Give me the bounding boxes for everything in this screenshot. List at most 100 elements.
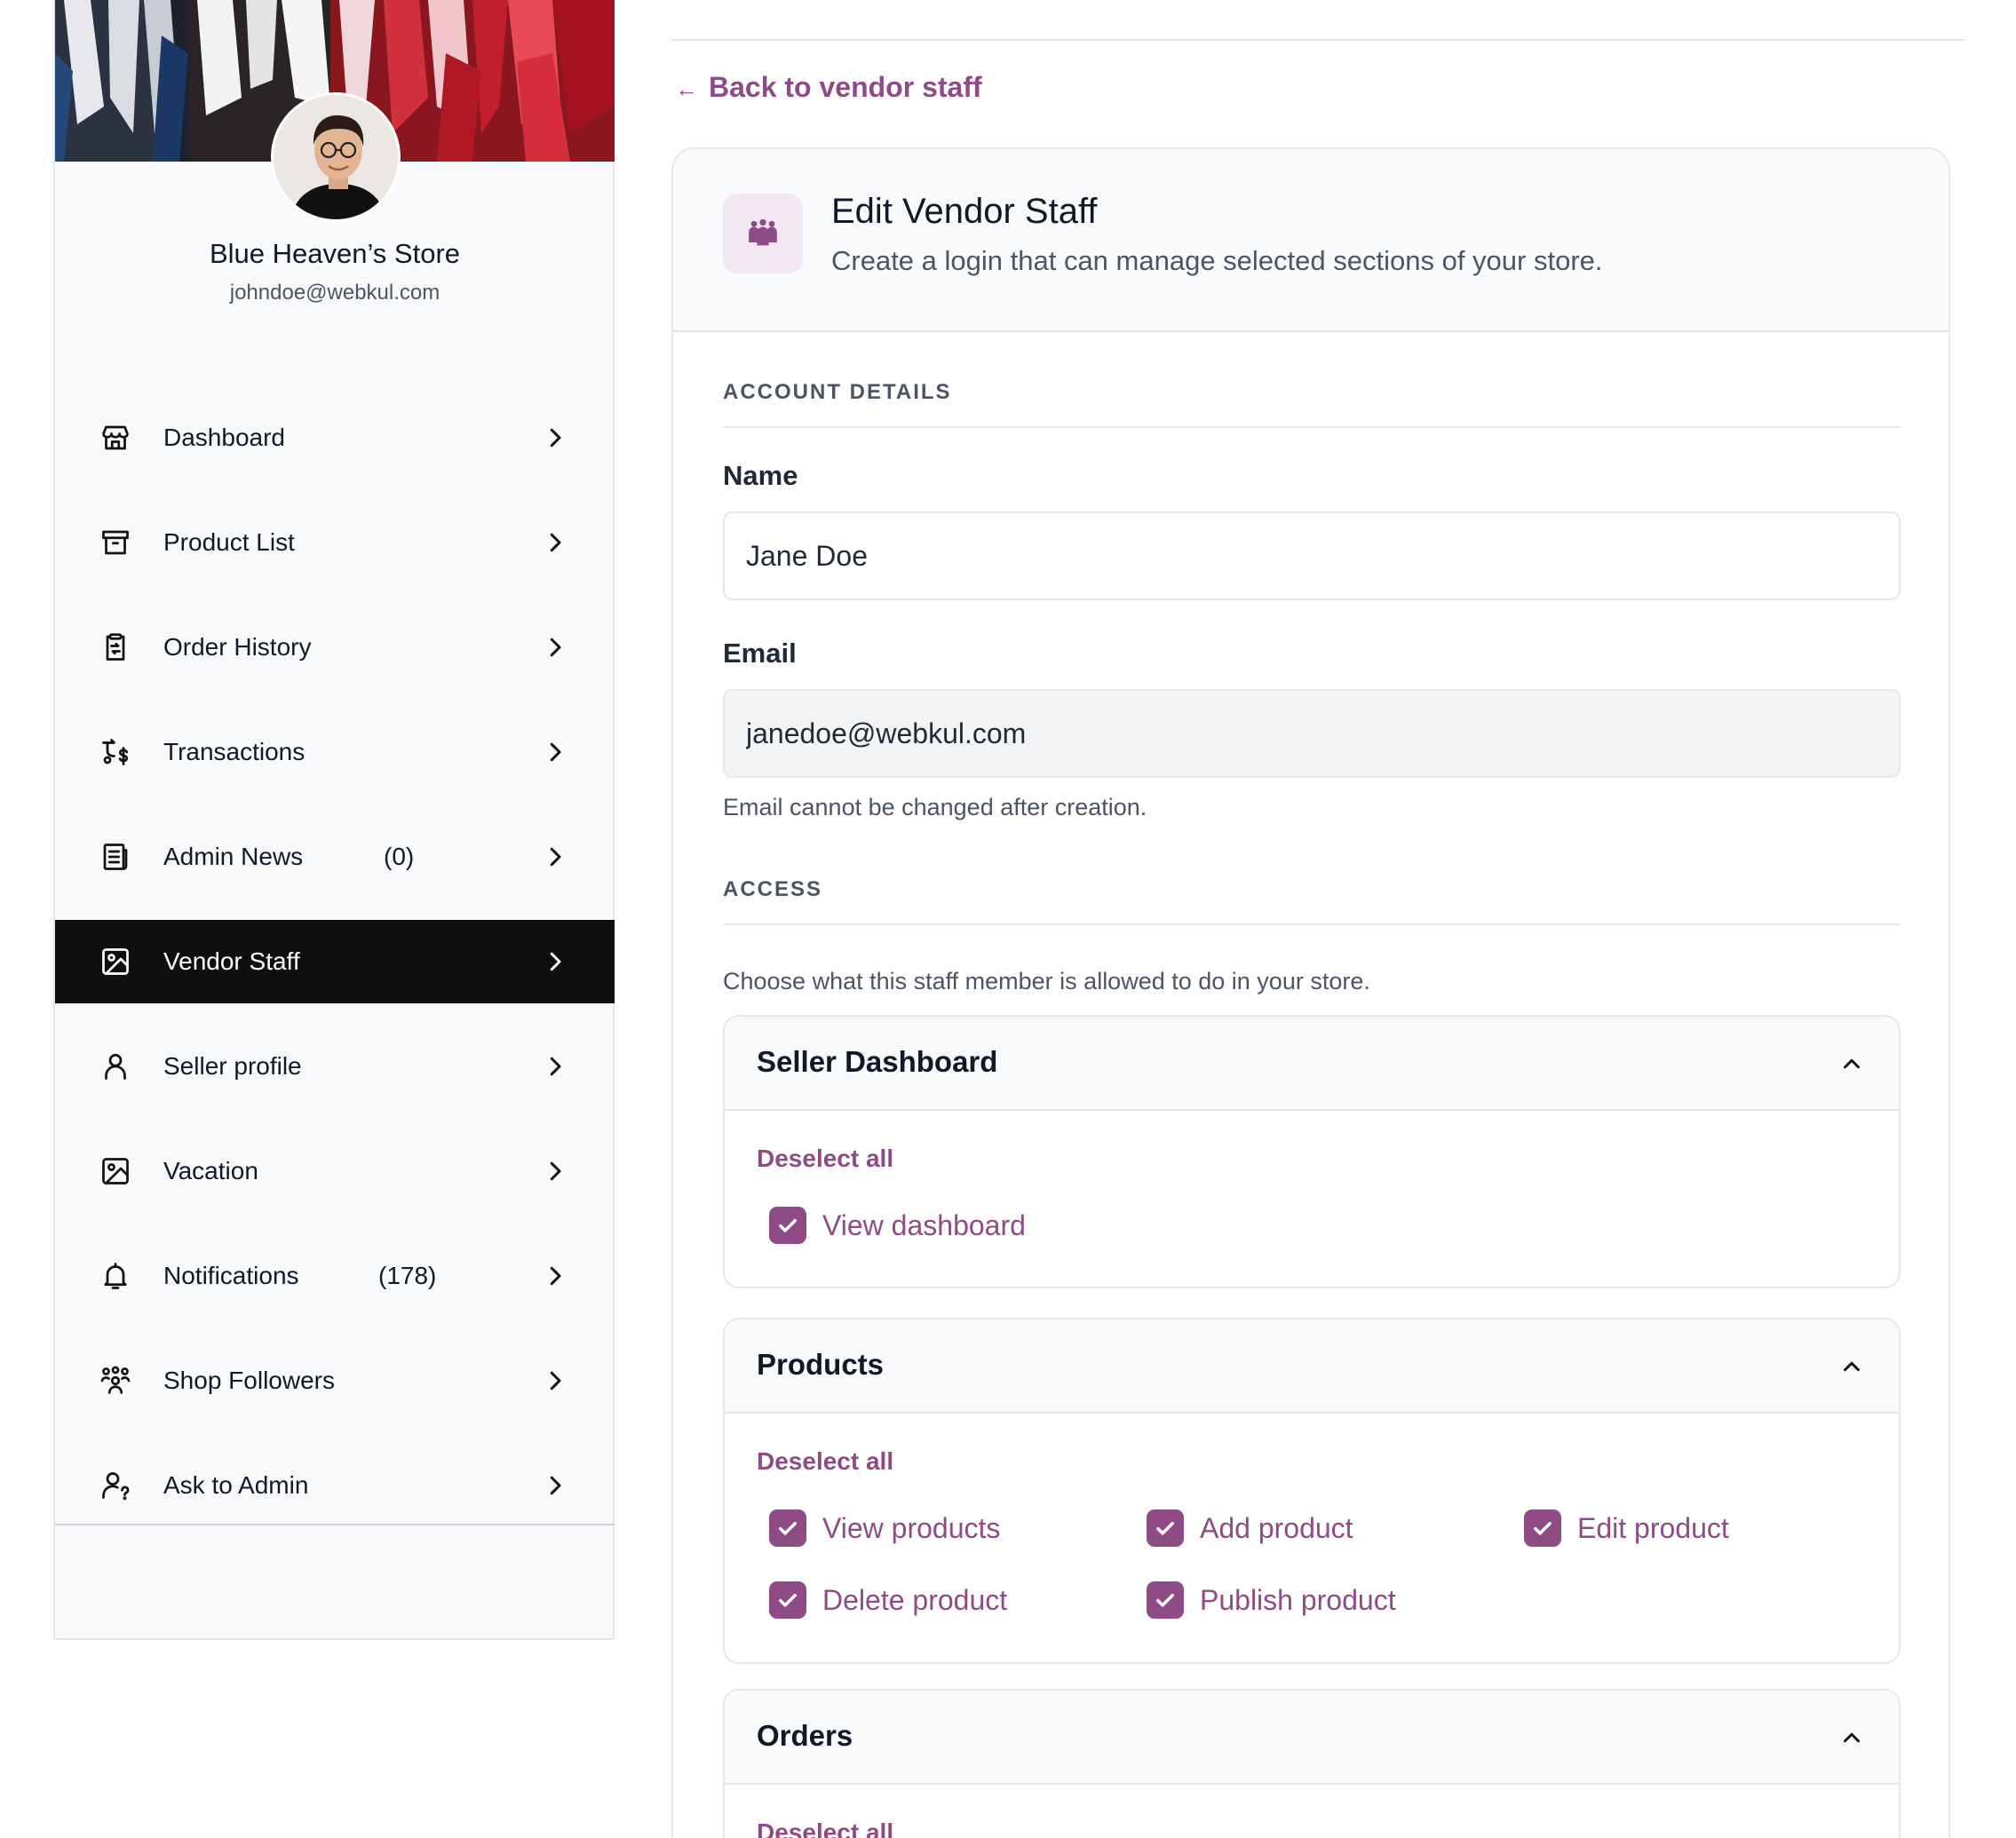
bell-icon [99, 1260, 131, 1292]
access-description: Choose what this staff member is allowed… [723, 968, 1370, 994]
permission-checkbox[interactable]: Publish product [1147, 1581, 1396, 1619]
permission-label: Add product [1200, 1511, 1353, 1544]
card-header: Edit Vendor Staff Create a login that ca… [673, 149, 1949, 332]
group-title: Products [757, 1348, 885, 1381]
group-header[interactable]: Orders [725, 1691, 1899, 1785]
sidebar-nav: Dashboard Product List Order History Tra… [55, 396, 615, 1549]
permission-checkbox[interactable]: Add product [1147, 1509, 1353, 1547]
email-label: Email [723, 638, 797, 669]
sidebar-item-label: Vendor Staff [163, 947, 300, 975]
permission-checkbox[interactable]: Delete product [769, 1581, 1007, 1619]
notifications-count: (178) [378, 1262, 437, 1289]
chevron-up-icon [1838, 1353, 1865, 1380]
checkbox-checked-icon [1147, 1581, 1184, 1619]
sidebar-item-seller-profile[interactable]: Seller profile [55, 1025, 615, 1108]
sidebar-divider [55, 1524, 615, 1525]
sidebar-item-notifications[interactable]: Notifications (178) [55, 1234, 615, 1318]
permission-label: Edit product [1577, 1511, 1729, 1544]
admin-news-count: (0) [384, 843, 415, 870]
page-title: Edit Vendor Staff [831, 192, 1098, 231]
chevron-right-icon [542, 1472, 568, 1499]
archive-icon [99, 527, 131, 559]
email-field[interactable] [723, 689, 1901, 778]
checkbox-checked-icon [1147, 1509, 1184, 1547]
deselect-all-button[interactable]: Deselect all [757, 1818, 893, 1838]
image-icon [99, 946, 131, 978]
deselect-all-button[interactable]: Deselect all [757, 1447, 893, 1476]
email-helper-text: Email cannot be changed after creation. [723, 794, 1147, 820]
back-link-label: Back to vendor staff [709, 71, 982, 103]
sidebar-item-label: Transactions [163, 738, 306, 765]
group-title: Orders [757, 1719, 853, 1752]
chevron-right-icon [542, 844, 568, 870]
chevron-up-icon [1838, 1724, 1865, 1751]
group-title: Seller Dashboard [757, 1045, 998, 1078]
sidebar-item-label: Shop Followers [163, 1367, 335, 1394]
permission-label: Delete product [822, 1583, 1008, 1616]
sidebar-item-label: Dashboard [163, 424, 285, 451]
chevron-right-icon [542, 1158, 568, 1184]
chevron-right-icon [542, 1263, 568, 1289]
page-subtitle: Create a login that can manage selected … [831, 245, 1603, 276]
edit-vendor-staff-card: Edit Vendor Staff Create a login that ca… [671, 147, 1950, 1838]
sidebar-item-label: Admin News [163, 843, 304, 870]
followers-icon [99, 1365, 131, 1397]
image-icon [99, 1155, 131, 1187]
user-icon [99, 1050, 131, 1082]
sidebar-item-vendor-staff[interactable]: Vendor Staff [55, 920, 615, 1003]
access-heading: ACCESS [723, 877, 823, 901]
news-icon [99, 841, 131, 873]
sidebar-item-admin-news[interactable]: Admin News (0) [55, 815, 615, 899]
permission-group-orders: Orders Deselect all [723, 1689, 1901, 1838]
sidebar-item-shop-followers[interactable]: Shop Followers [55, 1339, 615, 1422]
store-icon [99, 422, 131, 454]
permission-group-seller-dashboard: Seller Dashboard Deselect all View dashb… [723, 1015, 1901, 1288]
section-divider [723, 426, 1901, 428]
order-history-icon [99, 631, 131, 663]
transactions-icon [99, 736, 131, 768]
name-label: Name [723, 460, 798, 491]
chevron-up-icon [1838, 1050, 1865, 1077]
store-email: johndoe@webkul.com [229, 281, 441, 305]
permission-label: Publish product [1200, 1583, 1396, 1616]
sidebar-item-order-history[interactable]: Order History [55, 606, 615, 689]
name-field[interactable] [723, 511, 1901, 600]
store-avatar[interactable] [271, 92, 401, 222]
store-name: Blue Heaven’s Store [209, 238, 461, 269]
checkbox-checked-icon [769, 1581, 806, 1619]
sidebar-item-dashboard[interactable]: Dashboard [55, 396, 615, 479]
chevron-right-icon [542, 634, 568, 661]
staff-group-icon [723, 194, 803, 273]
sidebar-item-label: Product List [163, 528, 295, 556]
checkbox-checked-icon [769, 1207, 806, 1244]
deselect-all-button[interactable]: Deselect all [757, 1145, 893, 1173]
sidebar-item-vacation[interactable]: Vacation [55, 1129, 615, 1213]
group-header[interactable]: Products [725, 1319, 1899, 1414]
permission-checkbox[interactable]: View dashboard [769, 1207, 1026, 1244]
back-to-vendor-staff-link[interactable]: ← Back to vendor staff [675, 71, 982, 104]
group-header[interactable]: Seller Dashboard [725, 1017, 1899, 1111]
sidebar-item-label: Seller profile [163, 1052, 302, 1080]
sidebar-item-label: Order History [163, 633, 312, 661]
sidebar-item-ask-to-admin[interactable]: Ask to Admin [55, 1444, 615, 1527]
sidebar-item-label: Notifications [163, 1262, 299, 1289]
section-divider [723, 923, 1901, 925]
top-divider [671, 39, 1964, 41]
arrow-left-icon: ← [675, 75, 698, 102]
checkbox-checked-icon [769, 1509, 806, 1547]
chevron-right-icon [542, 948, 568, 975]
permission-label: View products [822, 1511, 1001, 1544]
sidebar-item-product-list[interactable]: Product List [55, 501, 615, 584]
sidebar-item-transactions[interactable]: Transactions [55, 710, 615, 794]
chevron-right-icon [542, 424, 568, 451]
chevron-right-icon [542, 1053, 568, 1080]
chevron-right-icon [542, 529, 568, 556]
sidebar-item-label: Ask to Admin [163, 1471, 309, 1499]
permission-checkbox[interactable]: Edit product [1524, 1509, 1729, 1547]
permission-checkbox[interactable]: View products [769, 1509, 1000, 1547]
checkbox-checked-icon [1524, 1509, 1561, 1547]
account-details-heading: ACCOUNT DETAILS [723, 380, 952, 404]
permission-group-products: Products Deselect all View products Add … [723, 1318, 1901, 1664]
user-question-icon [99, 1470, 131, 1501]
sidebar-item-label: Vacation [163, 1157, 258, 1184]
